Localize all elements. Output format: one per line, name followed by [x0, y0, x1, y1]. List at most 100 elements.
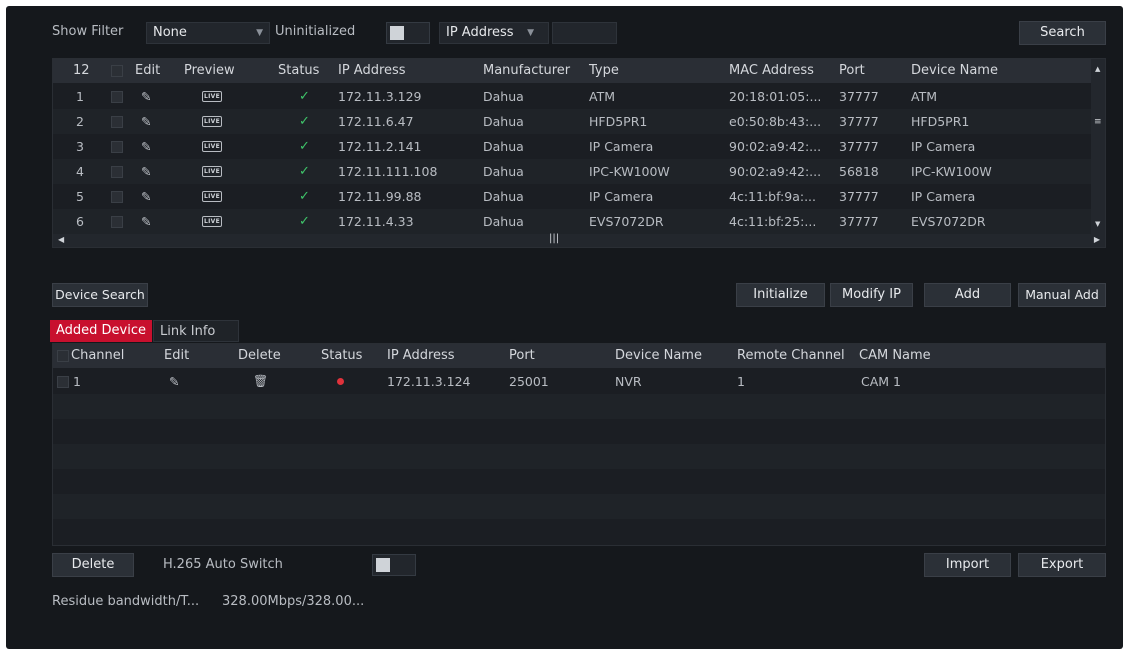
col-edit[interactable]: Edit: [164, 344, 189, 368]
ip-address: 172.11.6.47: [338, 114, 414, 129]
col-device-name[interactable]: Device Name: [615, 344, 702, 368]
live-preview-icon[interactable]: LIVE: [202, 116, 222, 127]
h265-auto-switch-toggle[interactable]: [372, 554, 416, 576]
row-checkbox[interactable]: [57, 376, 69, 388]
mac-address: e0:50:8b:43:...: [729, 114, 822, 129]
scroll-up-icon[interactable]: ▲: [1095, 65, 1100, 73]
row-checkbox[interactable]: [111, 116, 123, 128]
col-status[interactable]: Status: [278, 59, 319, 83]
empty-row: [53, 394, 1105, 419]
device-type: ATM: [589, 89, 616, 104]
row-number: 2: [76, 114, 84, 129]
device-name: IP Camera: [911, 189, 976, 204]
edit-icon[interactable]: ✎: [141, 184, 151, 209]
manufacturer: Dahua: [483, 89, 524, 104]
col-manufacturer[interactable]: Manufacturer: [483, 59, 570, 83]
col-type[interactable]: Type: [589, 59, 619, 83]
row-number: 6: [76, 214, 84, 229]
checkmark-icon: ✓: [299, 214, 310, 229]
h265-auto-switch-label: H.265 Auto Switch: [163, 557, 283, 572]
select-all-checkbox[interactable]: [111, 65, 123, 77]
trash-icon[interactable]: 🗑: [253, 369, 268, 394]
table-row[interactable]: 1 ✎ LIVE ✓ 172.11.3.129 Dahua ATM 20:18:…: [53, 84, 1091, 109]
col-ip-address[interactable]: IP Address: [338, 59, 406, 83]
live-preview-icon[interactable]: LIVE: [202, 166, 222, 177]
device-search-button[interactable]: Device Search: [52, 283, 148, 307]
initialize-button[interactable]: Initialize: [736, 283, 825, 307]
scroll-grip-icon[interactable]: ≡: [1094, 117, 1102, 127]
edit-icon[interactable]: ✎: [141, 159, 151, 184]
table-row[interactable]: 6 ✎ LIVE ✓ 172.11.4.33 Dahua EVS7072DR 4…: [53, 209, 1091, 234]
edit-icon[interactable]: ✎: [141, 109, 151, 134]
search-type-select[interactable]: IP Address ▼: [439, 22, 549, 44]
residue-bandwidth-label: Residue bandwidth/T...: [52, 594, 200, 609]
device-name: IP Camera: [911, 139, 976, 154]
col-preview[interactable]: Preview: [184, 59, 235, 83]
live-preview-icon[interactable]: LIVE: [202, 191, 222, 202]
uninitialized-toggle[interactable]: [386, 22, 430, 44]
edit-icon[interactable]: ✎: [141, 209, 151, 234]
live-preview-icon[interactable]: LIVE: [202, 216, 222, 227]
manufacturer: Dahua: [483, 214, 524, 229]
add-button[interactable]: Add: [924, 283, 1011, 307]
edit-icon[interactable]: ✎: [169, 369, 179, 394]
tab-link-info[interactable]: Link Info: [153, 320, 239, 342]
ip-address: 172.11.2.141: [338, 139, 422, 154]
device-name: HFD5PR1: [911, 114, 970, 129]
col-port[interactable]: Port: [509, 344, 535, 368]
scroll-down-icon[interactable]: ▼: [1095, 220, 1100, 228]
export-button[interactable]: Export: [1018, 553, 1106, 577]
search-type-value: IP Address: [446, 25, 514, 40]
scroll-grip-icon[interactable]: |||: [549, 233, 559, 244]
manufacturer: Dahua: [483, 139, 524, 154]
manufacturer: Dahua: [483, 114, 524, 129]
mac-address: 4c:11:bf:25:...: [729, 214, 817, 229]
tab-added-device[interactable]: Added Device: [50, 320, 153, 342]
modify-ip-button[interactable]: Modify IP: [830, 283, 913, 307]
delete-button[interactable]: Delete: [52, 553, 134, 577]
table-row[interactable]: 1 ✎ 🗑 172.11.3.124 25001 NVR 1 CAM 1: [53, 369, 1105, 394]
col-cam-name[interactable]: CAM Name: [859, 344, 931, 368]
col-remote-channel[interactable]: Remote Channel: [737, 344, 845, 368]
col-device-name[interactable]: Device Name: [911, 59, 998, 83]
col-edit[interactable]: Edit: [135, 59, 160, 83]
row-checkbox[interactable]: [111, 216, 123, 228]
col-port[interactable]: Port: [839, 59, 865, 83]
import-button[interactable]: Import: [924, 553, 1011, 577]
col-mac-address[interactable]: MAC Address: [729, 59, 814, 83]
scroll-left-icon[interactable]: ◀: [58, 235, 64, 244]
row-checkbox[interactable]: [111, 141, 123, 153]
col-channel[interactable]: Channel: [71, 344, 124, 368]
table-row[interactable]: 2 ✎ LIVE ✓ 172.11.6.47 Dahua HFD5PR1 e0:…: [53, 109, 1091, 134]
table-row[interactable]: 3 ✎ LIVE ✓ 172.11.2.141 Dahua IP Camera …: [53, 134, 1091, 159]
edit-icon[interactable]: ✎: [141, 84, 151, 109]
checkmark-icon: ✓: [299, 139, 310, 154]
device-name: EVS7072DR: [911, 214, 986, 229]
empty-row: [53, 419, 1105, 444]
live-preview-icon[interactable]: LIVE: [202, 91, 222, 102]
row-checkbox[interactable]: [111, 166, 123, 178]
live-preview-icon[interactable]: LIVE: [202, 141, 222, 152]
col-delete[interactable]: Delete: [238, 344, 281, 368]
show-filter-select[interactable]: None ▼: [146, 22, 270, 44]
device-count: 12: [73, 63, 90, 78]
scroll-right-icon[interactable]: ▶: [1094, 235, 1100, 244]
table-row[interactable]: 4 ✎ LIVE ✓ 172.11.111.108 Dahua IPC-KW10…: [53, 159, 1091, 184]
table-row[interactable]: 5 ✎ LIVE ✓ 172.11.99.88 Dahua IP Camera …: [53, 184, 1091, 209]
search-input[interactable]: [552, 22, 617, 44]
row-checkbox[interactable]: [111, 91, 123, 103]
row-checkbox[interactable]: [111, 191, 123, 203]
added-device-table: Channel Edit Delete Status IP Address Po…: [52, 343, 1106, 546]
manual-add-button[interactable]: Manual Add: [1018, 283, 1106, 307]
checkmark-icon: ✓: [299, 114, 310, 129]
vertical-scrollbar[interactable]: ▲ ≡ ▼: [1091, 59, 1105, 234]
show-filter-label: Show Filter: [52, 24, 124, 39]
device-type: IP Camera: [589, 189, 654, 204]
search-button[interactable]: Search: [1019, 21, 1106, 45]
horizontal-scrollbar[interactable]: ◀ ||| ▶: [53, 233, 1105, 247]
select-all-checkbox[interactable]: [57, 350, 69, 362]
device-type: IPC-KW100W: [589, 164, 670, 179]
col-ip-address[interactable]: IP Address: [387, 344, 455, 368]
col-status[interactable]: Status: [321, 344, 362, 368]
edit-icon[interactable]: ✎: [141, 134, 151, 159]
